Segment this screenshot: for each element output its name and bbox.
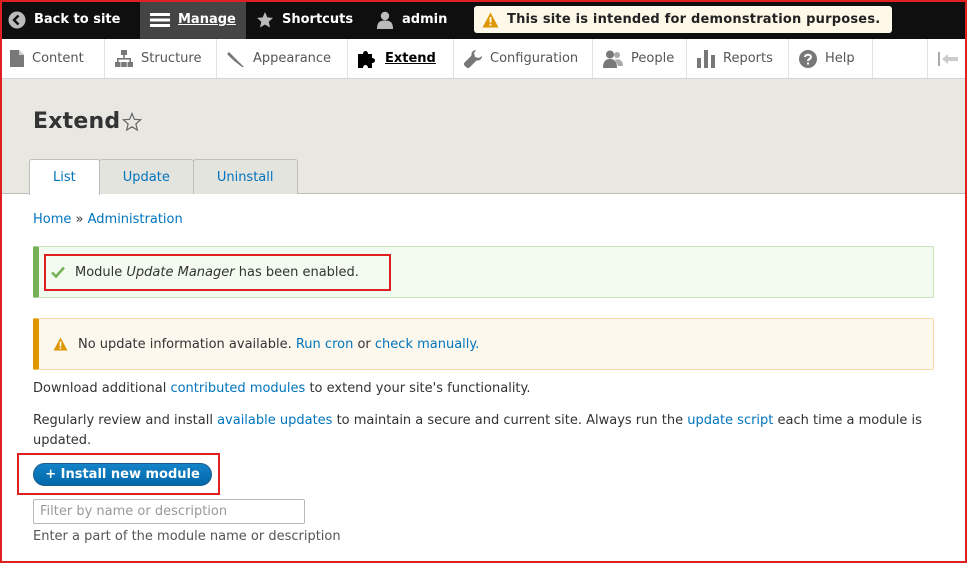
tray-item-structure[interactable]: Structure — [105, 39, 217, 78]
tray-item-label: Structure — [141, 51, 202, 66]
available-updates-link[interactable]: available updates — [217, 413, 332, 428]
user-label: admin — [402, 12, 448, 27]
breadcrumb-home-link[interactable]: Home — [33, 212, 71, 227]
breadcrumb-administration-link[interactable]: Administration — [88, 212, 183, 227]
people-icon — [603, 50, 623, 68]
file-icon — [10, 50, 24, 67]
hamburger-icon — [150, 12, 170, 27]
download-modules-text: Download additional contributed modules … — [33, 381, 531, 396]
user-menu-button[interactable]: admin — [366, 0, 470, 39]
collapse-icon — [937, 51, 958, 66]
tray-item-label: Appearance — [253, 51, 332, 66]
favorite-star-icon[interactable] — [122, 112, 142, 132]
shortcuts-menu-button[interactable]: Shortcuts — [246, 0, 366, 39]
status-message: Module Update Manager has been enabled. — [33, 246, 934, 298]
warning-or: or — [353, 336, 375, 352]
tray-item-content[interactable]: Content — [0, 39, 105, 78]
page-title: Extend — [33, 109, 121, 134]
warning-message-text: No update information available. Run cro… — [78, 337, 479, 352]
warning-end: . — [475, 336, 480, 352]
check-manually-link[interactable]: check manually — [375, 337, 475, 352]
primary-tabs: List Update Uninstall — [29, 159, 298, 195]
p2-middle: to maintain a secure and current site. A… — [332, 413, 688, 428]
breadcrumb-separator: » — [71, 212, 88, 227]
shortcuts-label: Shortcuts — [282, 12, 354, 27]
back-to-site-link[interactable]: Back to site — [0, 0, 140, 39]
breadcrumb: Home » Administration — [33, 212, 183, 227]
tray-item-people[interactable]: People — [593, 39, 687, 78]
tab-list[interactable]: List — [29, 159, 100, 195]
tray-item-label: Configuration — [490, 51, 579, 66]
run-cron-link[interactable]: Run cron — [296, 337, 353, 352]
bar-chart-icon — [697, 49, 715, 68]
p2-before: Regularly review and install — [33, 413, 218, 428]
contributed-modules-link[interactable]: contributed modules — [170, 381, 305, 396]
warning-icon — [482, 12, 499, 27]
page-header: Extend List Update Uninstall — [2, 80, 965, 195]
admin-tray: Content Structure Appearance Extend Conf… — [0, 39, 967, 79]
admin-toolbar: Back to site Manage Shortcuts admin This… — [0, 0, 967, 39]
tray-item-label: Reports — [723, 51, 773, 66]
tray-item-label: People — [631, 51, 675, 66]
tray-item-label: Help — [825, 51, 855, 66]
status-module-name: Update Manager — [126, 264, 235, 280]
help-icon — [799, 49, 817, 68]
wrench-icon — [464, 49, 482, 68]
checkmark-icon — [51, 266, 65, 278]
back-arrow-icon — [8, 11, 26, 28]
tray-item-configuration[interactable]: Configuration — [454, 39, 593, 78]
sitemap-icon — [115, 50, 133, 67]
filter-description: Enter a part of the module name or descr… — [33, 529, 341, 544]
warning-icon — [53, 337, 68, 351]
tray-item-appearance[interactable]: Appearance — [217, 39, 348, 78]
tab-uninstall[interactable]: Uninstall — [192, 159, 298, 194]
manage-label: Manage — [178, 12, 236, 27]
manage-menu-button[interactable]: Manage — [140, 0, 246, 39]
tray-orientation-toggle[interactable] — [927, 39, 967, 78]
p1-before: Download additional — [33, 381, 171, 396]
module-filter-input[interactable] — [33, 499, 305, 524]
status-text-before: Module — [75, 264, 127, 280]
tray-item-label: Content — [32, 51, 84, 66]
update-script-link[interactable]: update script — [687, 413, 773, 428]
demo-notice: This site is intended for demonstration … — [474, 6, 893, 33]
tray-item-extend[interactable]: Extend — [348, 39, 454, 78]
p1-after: to extend your site's functionality. — [305, 381, 531, 396]
warning-message: No update information available. Run cro… — [33, 318, 934, 370]
tray-item-reports[interactable]: Reports — [687, 39, 789, 78]
review-updates-text: Regularly review and install available u… — [33, 411, 934, 451]
tab-update[interactable]: Update — [98, 159, 194, 194]
status-text-after: has been enabled. — [234, 264, 359, 280]
status-message-text: Module Update Manager has been enabled. — [75, 265, 359, 280]
puzzle-icon — [358, 50, 375, 68]
tray-item-help[interactable]: Help — [789, 39, 873, 78]
install-new-module-button[interactable]: + Install new module — [33, 463, 212, 486]
back-to-site-label: Back to site — [34, 12, 121, 27]
paintbrush-icon — [227, 51, 244, 67]
tray-item-label: Extend — [385, 51, 436, 66]
user-icon — [377, 11, 393, 29]
star-icon — [257, 11, 273, 27]
demo-notice-text: This site is intended for demonstration … — [507, 12, 881, 27]
warning-text: No update information available. — [78, 336, 296, 352]
